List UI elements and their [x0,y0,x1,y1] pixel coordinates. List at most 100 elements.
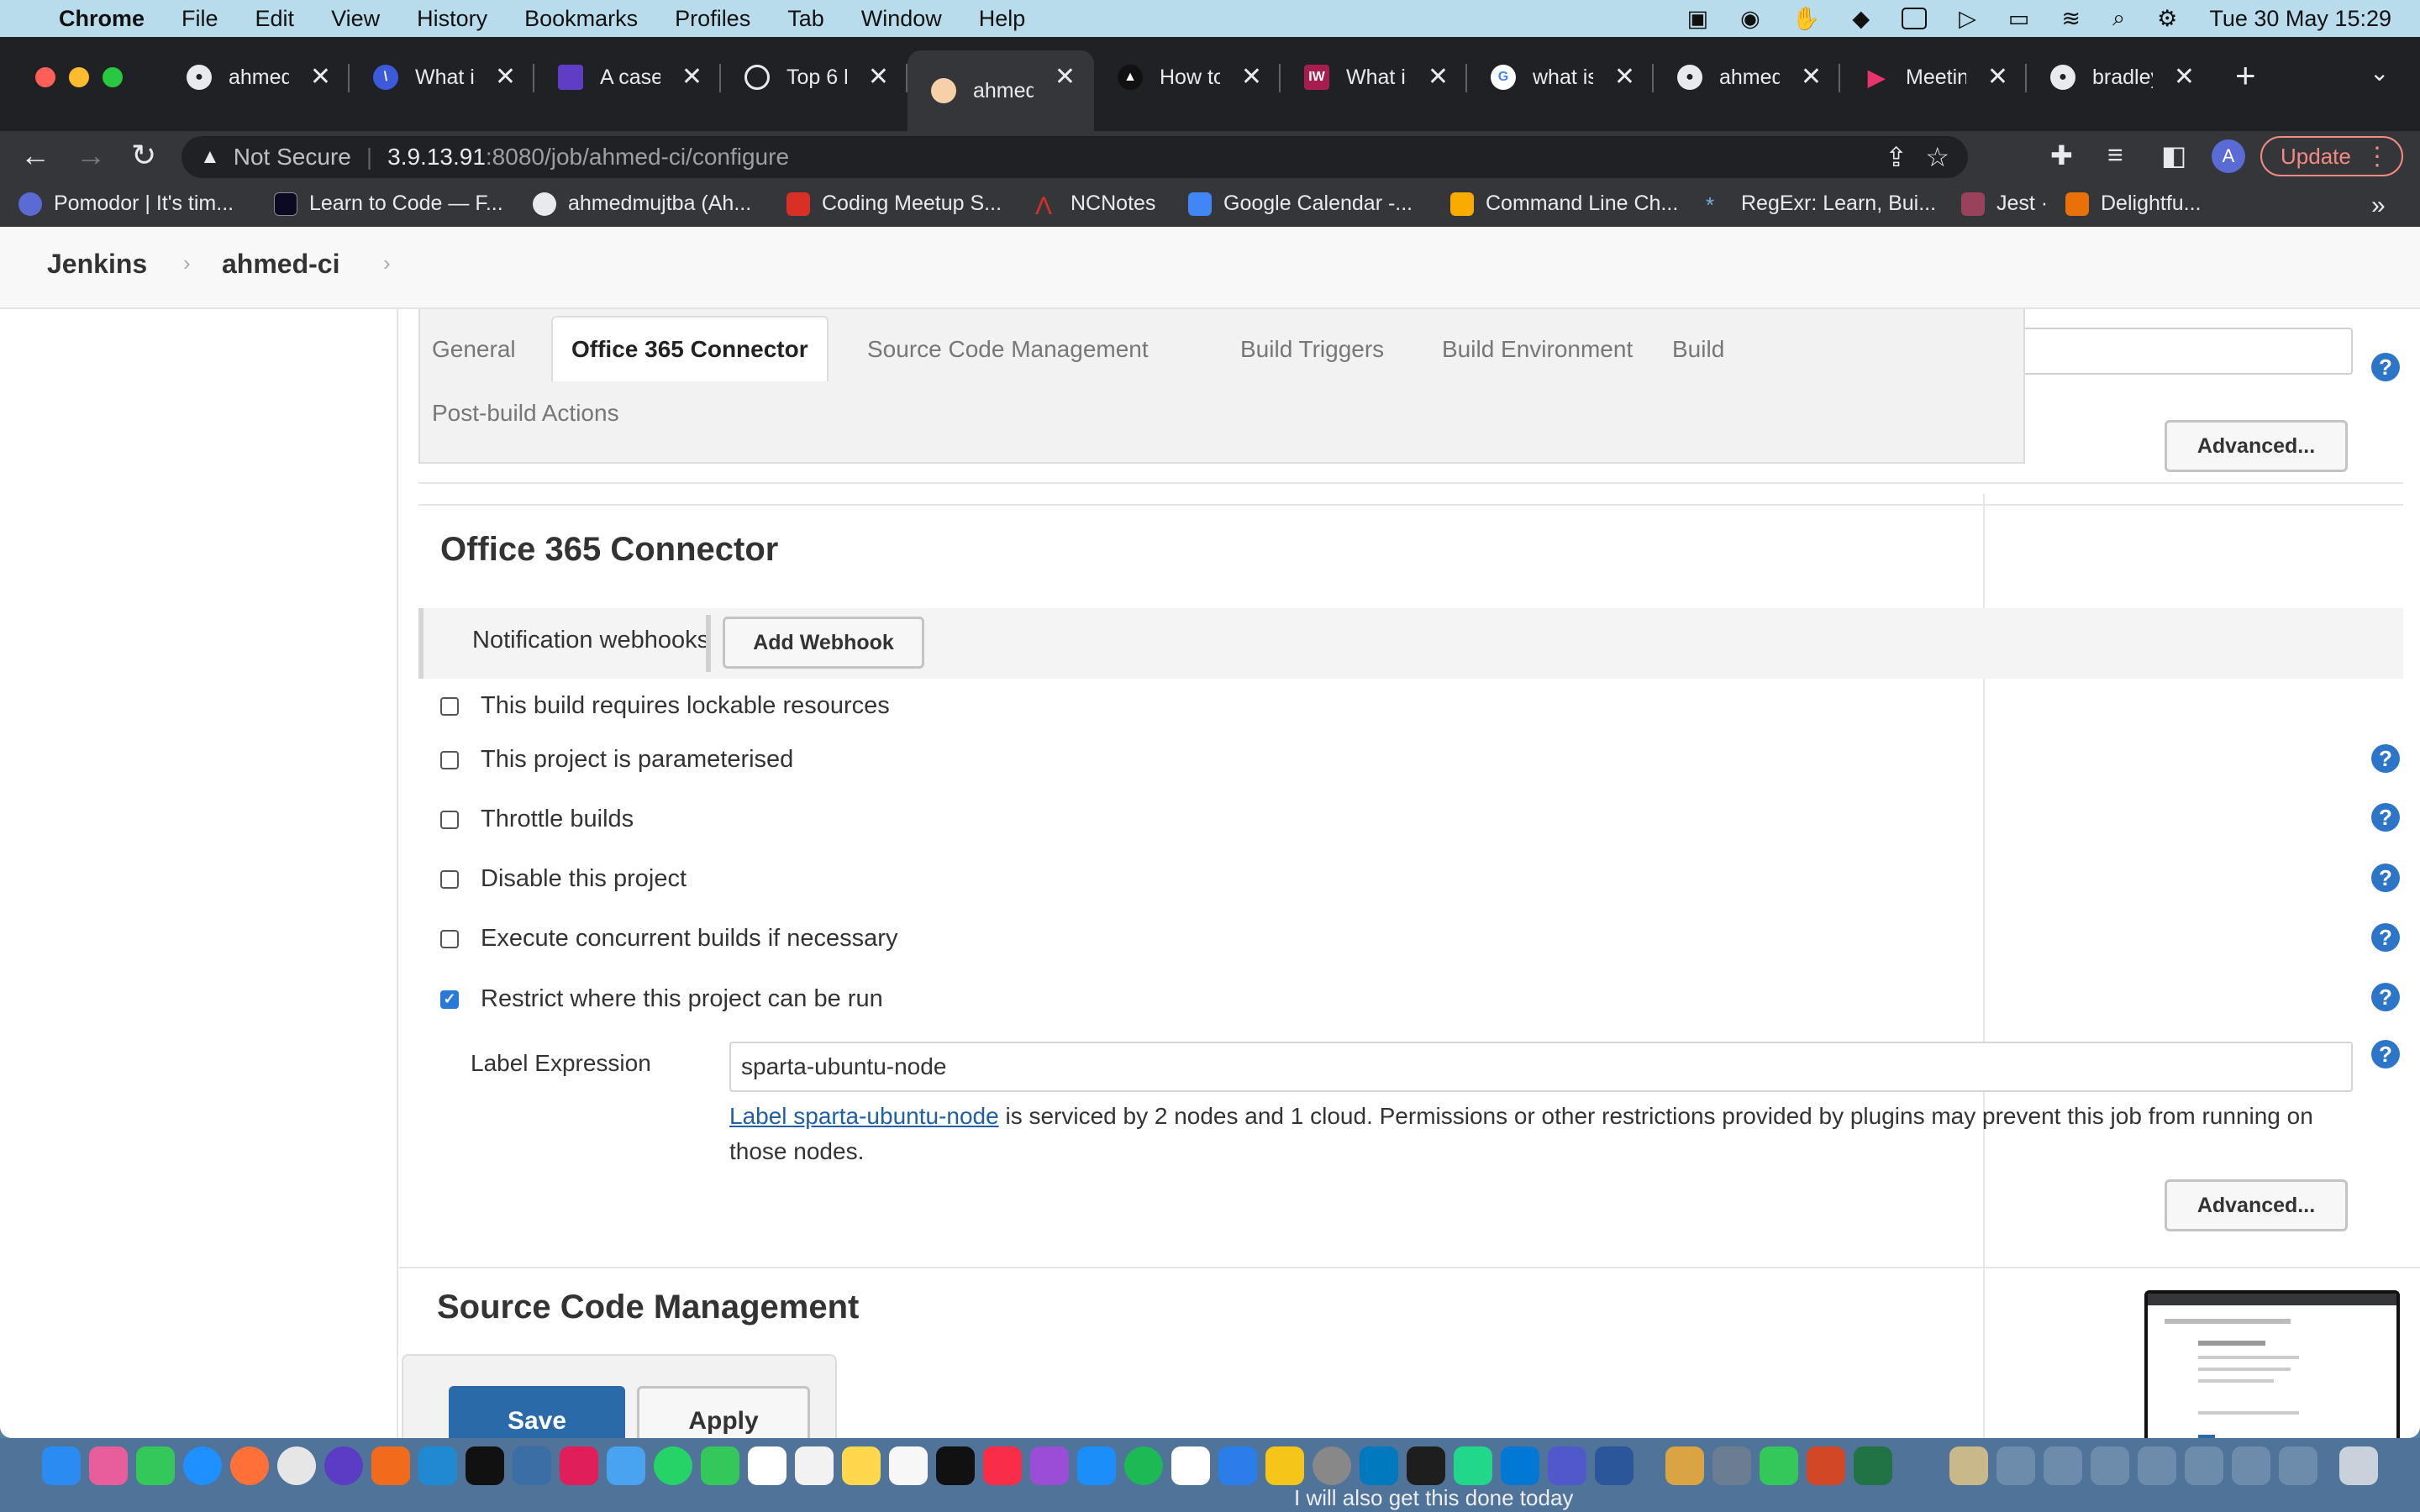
battery-icon[interactable]: ▭ [2008,6,2030,32]
bookmark-star-icon[interactable]: ☆ [1925,141,1949,173]
bookmark-item[interactable]: Google Calendar -... [1188,192,1413,216]
label-link[interactable]: Label sparta-ubuntu-node [729,1103,999,1129]
advanced-button[interactable]: Advanced... [2165,420,2348,472]
checkbox[interactable] [440,696,459,716]
close-tab-icon[interactable]: ✕ [1987,62,2008,92]
menu-history[interactable]: History [417,6,487,32]
close-tab-icon[interactable]: ✕ [2174,62,2195,92]
tab-search-chevron-icon[interactable]: ⌄ [2370,59,2389,87]
apple-tv-icon[interactable] [936,1446,975,1485]
browser-tab-active[interactable]: ahmed-ci✕ [908,50,1094,131]
preview-icon[interactable] [1665,1446,1704,1485]
terminal-icon[interactable] [466,1446,504,1485]
menu-app-name[interactable]: Chrome [59,6,145,32]
close-tab-icon[interactable]: ✕ [495,62,516,92]
menu-bookmarks[interactable]: Bookmarks [524,6,638,32]
chevron-right-icon[interactable]: › [183,250,191,276]
text-field[interactable] [2003,328,2353,375]
app-icon[interactable] [1218,1446,1257,1485]
menu-profiles[interactable]: Profiles [675,6,750,32]
close-window-icon[interactable] [35,67,55,87]
system-settings-icon[interactable] [1313,1446,1351,1485]
checkbox[interactable] [440,750,459,769]
excel-icon[interactable] [1854,1446,1892,1485]
checkbox-checked[interactable]: ✓ [440,990,459,1009]
tab-source-code-management[interactable]: Source Code Management [867,336,1149,363]
bookmark-item[interactable]: Pomodor | It's tim... [18,192,234,216]
close-tab-icon[interactable]: ✕ [1614,62,1635,92]
spotlight-search-icon[interactable]: ⌕ [2112,5,2125,32]
mail-icon[interactable] [607,1446,645,1485]
apply-button[interactable]: Apply [637,1386,810,1438]
extensions-puzzle-icon[interactable]: ✚ [2050,139,2073,171]
trash-icon[interactable] [2339,1446,2378,1485]
profile-avatar[interactable]: A [2212,139,2245,173]
update-button[interactable]: Update ⋮ [2260,136,2403,176]
close-tab-icon[interactable]: ✕ [1428,62,1449,92]
browser-tab[interactable]: ●ahmedmujtba✕ [163,50,350,104]
tab-build-triggers[interactable]: Build Triggers [1240,336,1384,363]
bookmark-item[interactable]: Delightfu... [2065,192,2202,216]
close-tab-icon[interactable]: ✕ [868,62,889,92]
outlook-icon[interactable] [1501,1446,1539,1485]
firefox-icon[interactable] [230,1446,269,1485]
bookmark-item[interactable]: Coding Meetup S... [786,192,1002,216]
close-tab-icon[interactable]: ✕ [1241,62,1262,92]
browser-tab[interactable]: IWWhat is CI✕ [1281,50,1467,104]
checkbox[interactable] [440,810,459,829]
messages-icon[interactable] [136,1446,175,1485]
app-icon[interactable] [1712,1446,1751,1485]
menu-view[interactable]: View [331,6,380,32]
close-tab-icon[interactable]: ✕ [1801,62,1822,92]
word-icon[interactable] [1595,1446,1634,1485]
finder-icon[interactable] [42,1446,81,1485]
chevron-right-icon[interactable]: › [383,250,391,276]
option-throttle-builds[interactable]: Throttle builds [440,806,634,833]
checkbox[interactable] [440,929,459,948]
window-thumbnail-icon[interactable] [2185,1446,2223,1485]
option-disable-project[interactable]: Disable this project [440,865,687,893]
control-center-icon[interactable]: ⚙ [2157,6,2177,32]
close-tab-icon[interactable]: ✕ [681,62,702,92]
more-bookmarks-icon[interactable]: » [2371,192,2386,220]
screenshot-thumbnail[interactable] [2144,1290,2400,1438]
wifi-icon[interactable]: ≋ [2061,6,2081,32]
window-thumbnail-icon[interactable] [1996,1446,2035,1485]
tab-general[interactable]: General [432,336,516,363]
option-parameterised[interactable]: This project is parameterised [440,746,793,774]
bookmark-item[interactable]: Λ NCNotes [1035,192,1155,220]
figma-icon[interactable] [1407,1446,1445,1485]
menu-edit[interactable]: Edit [255,6,295,32]
tab-office-365-connector[interactable]: Office 365 Connector [551,316,829,381]
help-icon[interactable]: ? [2371,983,2400,1011]
browser-tab[interactable]: \What is Jenkins✕ [350,50,534,104]
breadcrumb-jenkins[interactable]: Jenkins [47,249,147,280]
new-tab-icon[interactable]: + [2235,55,2256,96]
podcasts-icon[interactable] [1030,1446,1069,1485]
bookmark-item[interactable]: Learn to Code — F... [274,192,503,216]
teams-icon[interactable] [1548,1446,1586,1485]
menu-file[interactable]: File [182,6,218,32]
evernote-status-icon[interactable]: ◉ [1740,6,1760,32]
bookmark-item[interactable]: * RegExr: Learn, Bui... [1706,192,1936,218]
label-expression-input[interactable]: sparta-ubuntu-node [729,1042,2353,1092]
menu-help[interactable]: Help [979,6,1026,32]
browser-tab[interactable]: ▶Meeting✕ [1840,50,2027,104]
elephant-status-icon[interactable]: ◆ [1852,6,1870,32]
app-icon[interactable] [1265,1446,1304,1485]
reload-icon[interactable]: ↻ [131,138,156,173]
help-icon[interactable]: ? [2371,803,2400,832]
powerpoint-icon[interactable] [1807,1446,1845,1485]
reading-list-icon[interactable]: ≡ [2107,139,2123,171]
browser-tab[interactable]: ●ahmedmujtba✕ [1654,50,1840,104]
sublime-text-icon[interactable] [371,1446,410,1485]
trello-icon[interactable] [1360,1446,1398,1485]
close-tab-icon[interactable]: ✕ [1055,62,1076,92]
window-thumbnail-icon[interactable] [2232,1446,2270,1485]
freeform-icon[interactable] [889,1446,928,1485]
numbers-icon[interactable] [1760,1446,1798,1485]
slack-icon[interactable] [560,1446,598,1485]
screen-share-icon[interactable] [1902,8,1928,29]
forward-arrow-icon[interactable]: → [76,138,106,173]
launchpad-icon[interactable] [89,1446,128,1485]
